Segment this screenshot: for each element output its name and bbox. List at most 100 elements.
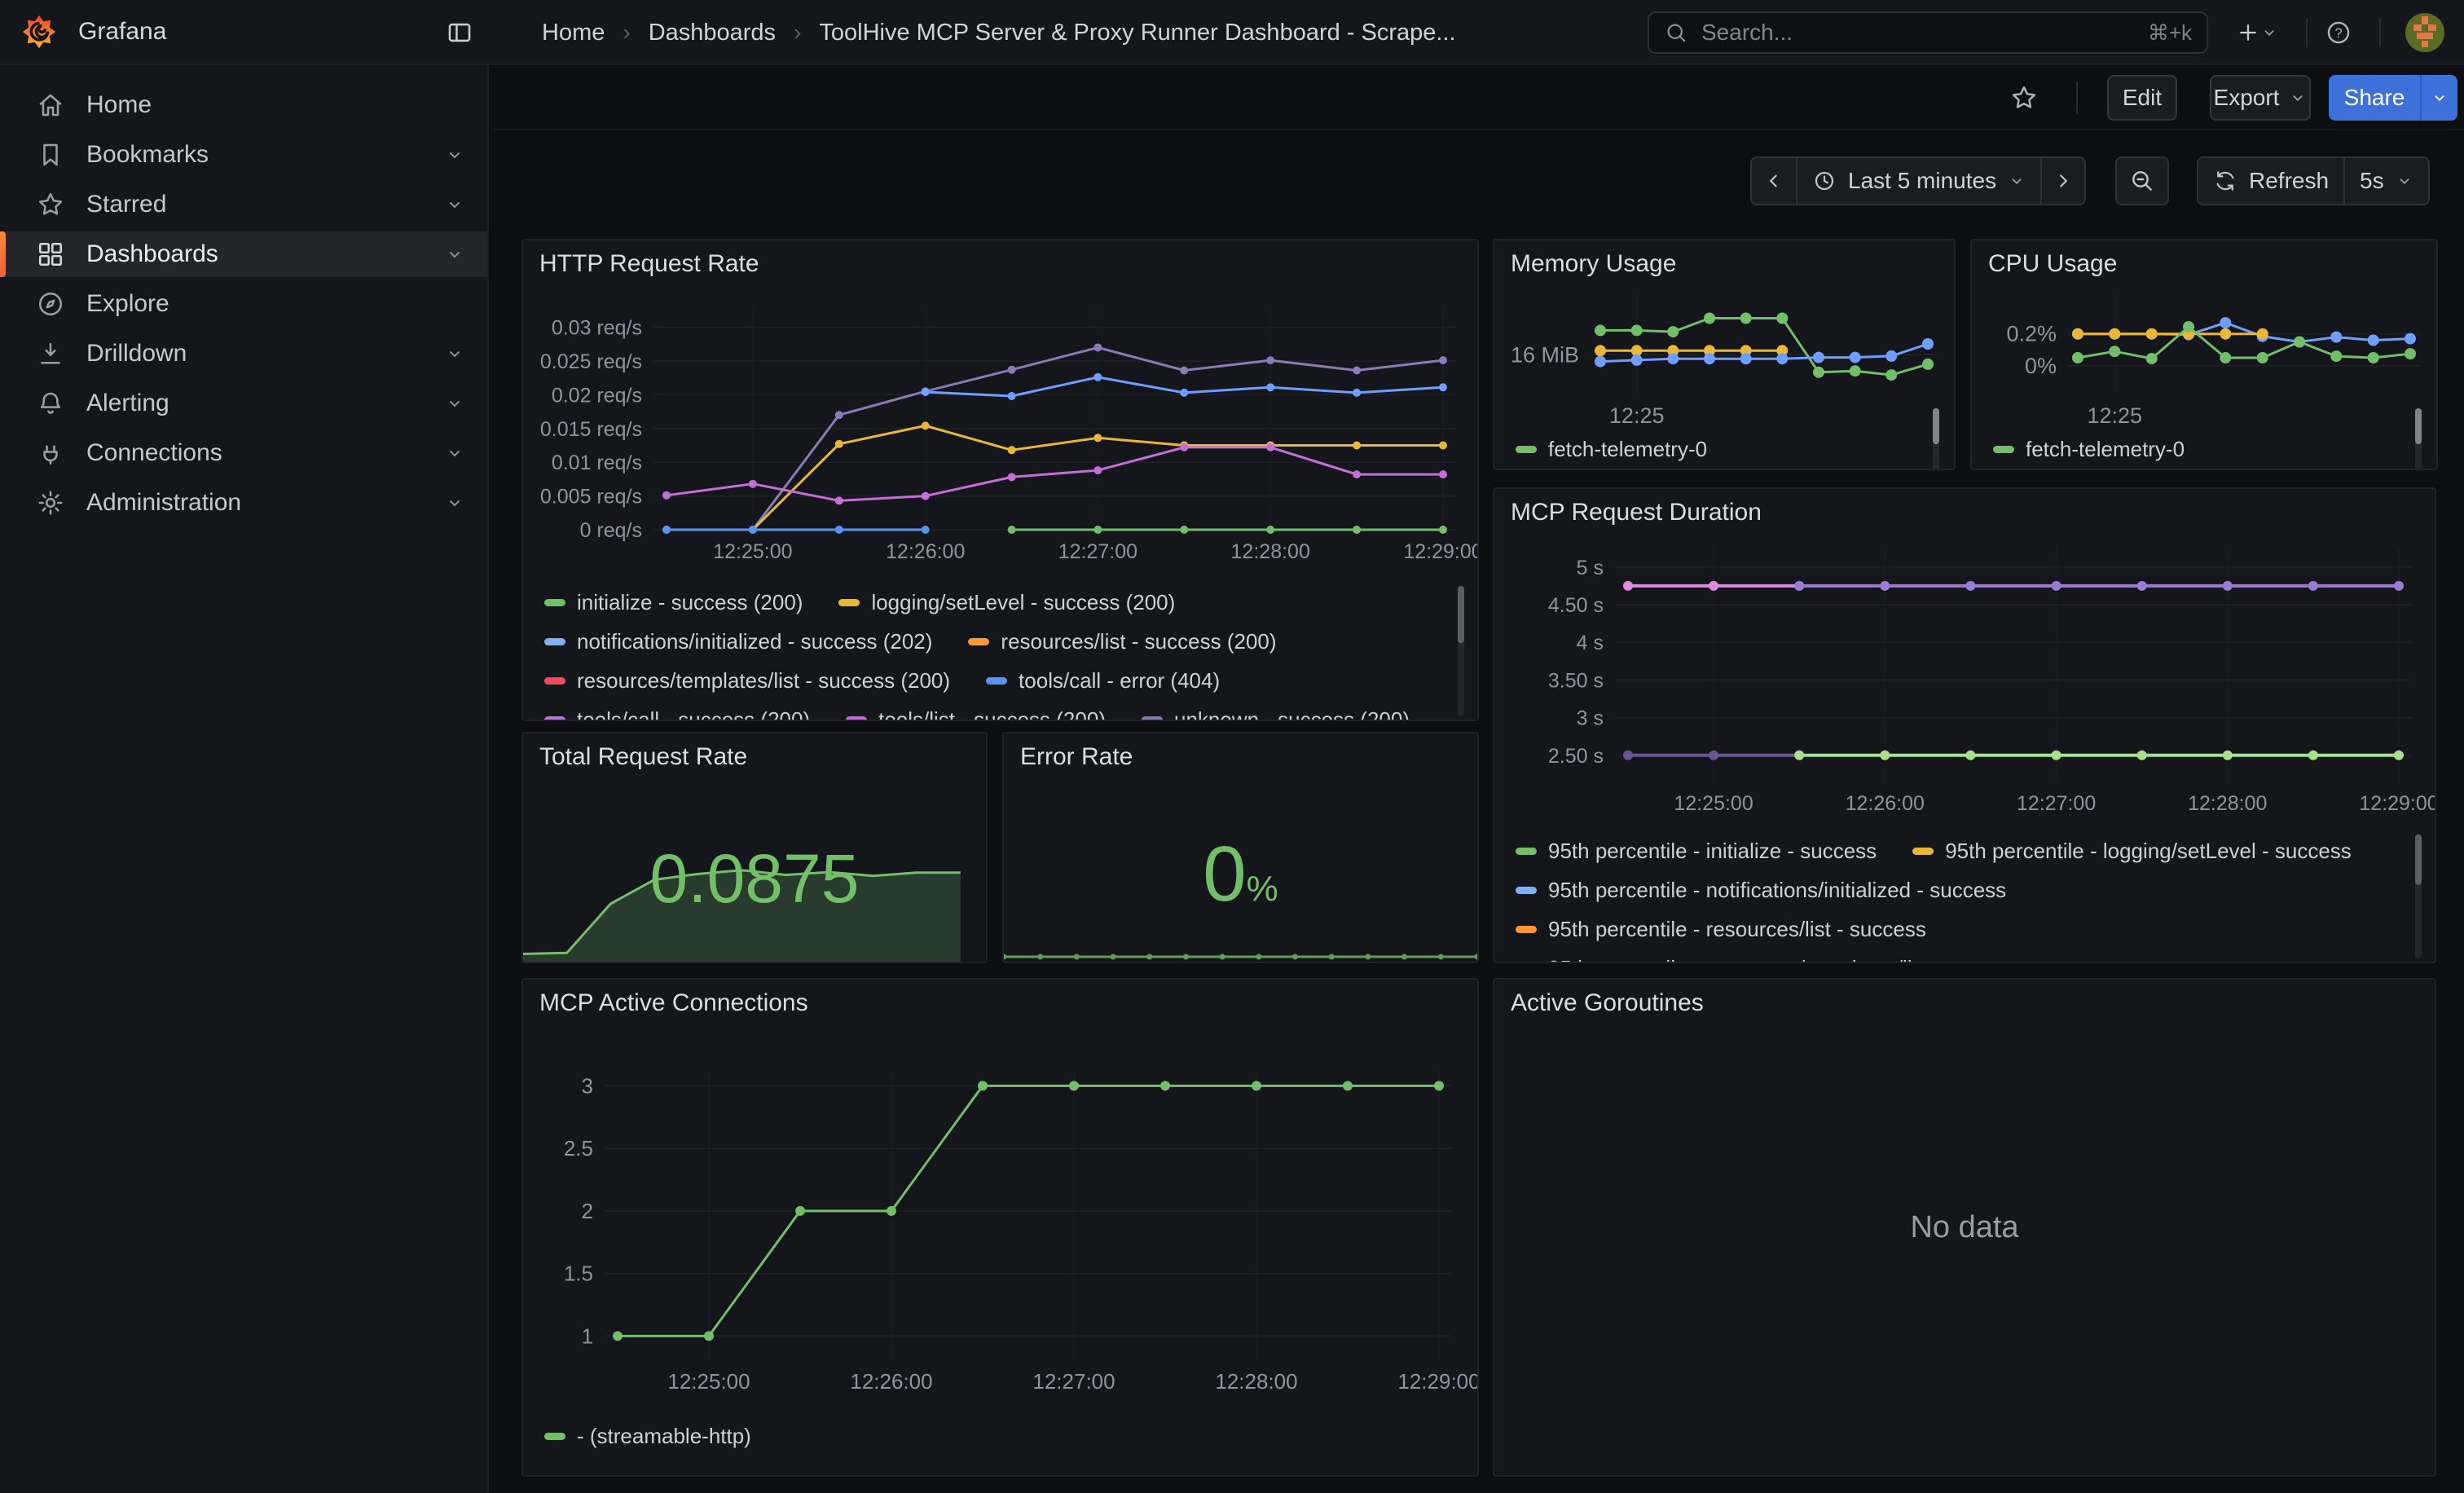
legend-swatch: [1516, 848, 1537, 855]
panel-total-request-rate: Total Request Rate 0.0875: [521, 732, 988, 963]
chevron-down-icon[interactable]: [445, 145, 464, 165]
sidebar-item-drilldown[interactable]: Drilldown: [0, 331, 487, 377]
svg-text:1.5: 1.5: [564, 1262, 593, 1286]
legend-swatch: [1516, 926, 1537, 933]
legend-scrollbar[interactable]: [2415, 408, 2422, 470]
svg-text:12:26:00: 12:26:00: [1846, 792, 1925, 815]
svg-text:12:29:00: 12:29:00: [1403, 540, 1477, 563]
panel-title[interactable]: CPU Usage: [1988, 250, 2117, 278]
panel-mcp-active-connections: MCP Active Connections 12:25:0012:26:001…: [521, 978, 1479, 1477]
legend-item[interactable]: 95th percentile - resources/list - succe…: [1516, 917, 1926, 942]
legend-item[interactable]: 95th percentile - notifications/initiali…: [1516, 878, 2006, 903]
add-button[interactable]: [2226, 13, 2288, 52]
legend-swatch: [1993, 446, 2014, 453]
legend-item[interactable]: notifications/initialized - success (202…: [544, 629, 932, 654]
http-legend: initialize - success (200) logging/setLev…: [544, 583, 1453, 721]
zoom-out-button[interactable]: [2115, 156, 2169, 205]
edit-button[interactable]: Edit: [2107, 75, 2177, 121]
legend-label: 95th percentile - notifications/initiali…: [1548, 878, 2006, 903]
legend-swatch: [544, 1433, 565, 1440]
time-shift-back-button[interactable]: [1752, 158, 1796, 204]
refresh-button[interactable]: Refresh: [2198, 158, 2343, 204]
legend-item[interactable]: resources/list - success (200): [968, 629, 1276, 654]
panel-http-request-rate: HTTP Request Rate 12:25:0012:26:0012:27:…: [521, 239, 1479, 721]
chevron-down-icon: [2008, 172, 2026, 190]
sidebar-item-alerting[interactable]: Alerting: [0, 381, 487, 426]
compass-icon: [36, 289, 65, 319]
chevron-down-icon: [2260, 24, 2278, 42]
star-icon: [36, 190, 65, 219]
chevron-down-icon[interactable]: [445, 244, 464, 264]
share-button[interactable]: Share: [2329, 75, 2420, 121]
legend-item[interactable]: 95th percentile - initialize - success: [1516, 839, 1877, 864]
legend-item[interactable]: fetch-telemetry-0: [1993, 437, 2185, 462]
legend-scrollbar[interactable]: [1458, 586, 1464, 716]
panel-title[interactable]: Error Rate: [1020, 743, 1133, 771]
search-shortcut: ⌘+k: [2148, 20, 2192, 46]
legend-item[interactable]: logging/setLevel - success (200): [838, 590, 1175, 615]
no-data-message: No data: [1494, 980, 2435, 1475]
time-range-picker[interactable]: Last 5 minutes: [1796, 158, 2040, 204]
duration-legend: 95th percentile - initialize - success 95…: [1516, 831, 2410, 963]
legend-item[interactable]: tools/call - success (200): [544, 707, 810, 722]
svg-text:12:28:00: 12:28:00: [1231, 540, 1310, 563]
sidebar-item-starred[interactable]: Starred: [0, 182, 487, 227]
legend-item[interactable]: initialize - success (200): [544, 590, 803, 615]
cpu-legend: fetch-telemetry-0: [1993, 429, 2412, 469]
legend-item[interactable]: fetch-telemetry-0: [1516, 437, 1707, 462]
sidebar-item-administration[interactable]: Administration: [0, 480, 487, 526]
sidebar-item-explore[interactable]: Explore: [0, 281, 487, 327]
panel-title[interactable]: Active Goroutines: [1511, 989, 1704, 1017]
nav-divider: [2306, 18, 2308, 47]
legend-item[interactable]: tools/call - error (404): [986, 668, 1220, 694]
refresh-interval-picker[interactable]: 5s: [2343, 158, 2428, 204]
chevron-down-icon[interactable]: [445, 443, 464, 463]
legend-swatch: [846, 716, 867, 722]
search-input[interactable]: [1701, 20, 2135, 46]
legend-item[interactable]: resources/templates/list - success (200): [544, 668, 950, 694]
legend-item[interactable]: 95th percentile - resources/templates/li…: [1516, 956, 2024, 964]
breadcrumb-home[interactable]: Home: [542, 20, 605, 46]
panel-title[interactable]: Total Request Rate: [539, 743, 747, 771]
legend-label: logging/setLevel - success (200): [871, 590, 1175, 615]
favorite-star-button[interactable]: [2001, 75, 2047, 121]
legend-label: notifications/initialized - success (202…: [577, 629, 932, 654]
breadcrumb-dashboards[interactable]: Dashboards: [649, 20, 776, 46]
chevron-down-icon[interactable]: [445, 493, 464, 513]
brand[interactable]: Grafana: [0, 14, 166, 50]
chevron-down-icon[interactable]: [445, 344, 464, 363]
panel-title[interactable]: MCP Request Duration: [1511, 499, 1762, 526]
svg-text:12:27:00: 12:27:00: [1058, 540, 1137, 563]
export-button[interactable]: Export: [2210, 75, 2311, 121]
share-caret-button[interactable]: [2420, 75, 2457, 121]
legend-scrollbar[interactable]: [2415, 835, 2422, 958]
legend-item[interactable]: - (streamable-http): [544, 1424, 751, 1449]
sidebar-item-label: Explore: [86, 290, 169, 318]
plug-icon: [36, 438, 65, 468]
legend-swatch: [544, 599, 565, 606]
sidebar-item-home[interactable]: Home: [0, 82, 487, 128]
panel-title[interactable]: Memory Usage: [1511, 250, 1676, 278]
svg-text:1: 1: [582, 1323, 593, 1348]
svg-text:5 s: 5 s: [1577, 557, 1604, 579]
panel-title[interactable]: MCP Active Connections: [539, 989, 808, 1017]
star-icon: [2009, 83, 2039, 112]
refresh-group: Refresh 5s: [2197, 156, 2430, 205]
chevron-down-icon[interactable]: [445, 195, 464, 214]
help-button[interactable]: ?: [2319, 13, 2358, 52]
legend-item[interactable]: unknown - success (200): [1142, 707, 1410, 722]
chevron-down-icon[interactable]: [445, 394, 464, 413]
panel-title[interactable]: HTTP Request Rate: [539, 250, 759, 278]
sidebar-item-connections[interactable]: Connections: [0, 430, 487, 476]
legend-scrollbar[interactable]: [1933, 408, 1939, 470]
search-box[interactable]: ⌘+k: [1648, 11, 2208, 54]
sidebar-toggle-icon[interactable]: [440, 13, 479, 52]
avatar[interactable]: [2405, 13, 2444, 52]
sidebar-item-bookmarks[interactable]: Bookmarks: [0, 132, 487, 178]
panel-cpu-usage: CPU Usage 12:250.2%0% fetch-telemetry-0: [1970, 239, 2438, 470]
legend-item[interactable]: tools/list - success (200): [846, 707, 1106, 722]
legend-item[interactable]: 95th percentile - logging/setLevel - suc…: [1912, 839, 2352, 864]
svg-text:0.01 req/s: 0.01 req/s: [552, 451, 642, 474]
sidebar-item-dashboards[interactable]: Dashboards: [0, 231, 487, 277]
time-shift-forward-button[interactable]: [2040, 158, 2084, 204]
